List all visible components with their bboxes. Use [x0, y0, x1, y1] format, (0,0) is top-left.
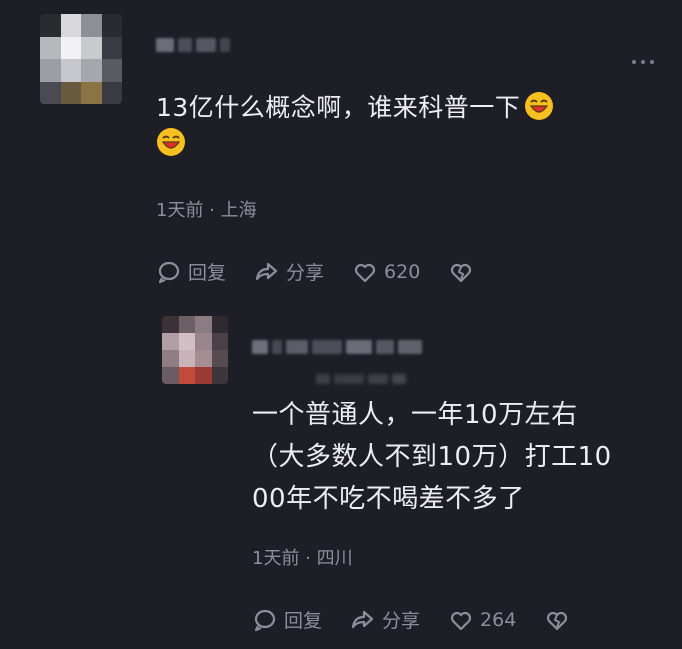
- share-arrow-icon: [351, 610, 374, 628]
- reply-meta: 1天前 · 四川: [252, 548, 353, 569]
- share-label: 分享: [286, 262, 325, 284]
- reply-label: 回复: [284, 610, 323, 632]
- like-count: 264: [480, 608, 517, 631]
- comment-thread: 13亿什么概念啊，谁来科普一下 1天前 · 上海 回复 分享 620 一个普通人…: [0, 0, 682, 649]
- dislike-button[interactable]: [544, 607, 576, 633]
- more-options-icon[interactable]: [632, 60, 654, 66]
- laughing-emoji-icon: [156, 127, 186, 157]
- reply-actions: 回复 分享 264: [252, 606, 576, 633]
- reply-button[interactable]: 回复: [252, 606, 322, 633]
- reply-text-line: （大多数人不到10万）打工10: [252, 442, 612, 472]
- like-button[interactable]: 620: [352, 259, 420, 285]
- share-arrow-icon: [255, 262, 278, 280]
- reply-text-line: 00年不吃不喝差不多了: [252, 484, 525, 514]
- avatar[interactable]: [40, 14, 122, 104]
- username-blurred[interactable]: [156, 38, 230, 52]
- comment-actions: 回复 分享 620: [156, 258, 480, 285]
- broken-heart-icon: [547, 611, 568, 630]
- comment-bubble-icon: [158, 261, 180, 283]
- reply-avatar[interactable]: [162, 316, 228, 384]
- heart-icon: [450, 611, 472, 630]
- comment-text: 13亿什么概念啊，谁来科普一下: [156, 90, 656, 162]
- heart-icon: [354, 263, 376, 282]
- reply-username-blurred: [316, 374, 406, 384]
- share-label: 分享: [382, 610, 421, 632]
- like-count: 620: [384, 260, 421, 283]
- reply-label: 回复: [188, 262, 227, 284]
- reply-text: 一个普通人，一年10万左右 （大多数人不到10万）打工10 00年不吃不喝差不多…: [252, 394, 672, 520]
- share-button[interactable]: 分享: [350, 606, 420, 633]
- reply-username-blurred[interactable]: [252, 340, 422, 354]
- broken-heart-icon: [451, 263, 472, 282]
- laughing-emoji-icon: [524, 91, 554, 121]
- share-button[interactable]: 分享: [254, 258, 324, 285]
- reply-button[interactable]: 回复: [156, 258, 226, 285]
- comment-text-line: 13亿什么概念啊，谁来科普一下: [156, 93, 521, 122]
- like-button[interactable]: 264: [448, 607, 516, 633]
- comment-bubble-icon: [254, 609, 276, 631]
- dislike-button[interactable]: [448, 259, 480, 285]
- reply-text-line: 一个普通人，一年10万左右: [252, 400, 578, 430]
- comment-meta: 1天前 · 上海: [156, 200, 257, 221]
